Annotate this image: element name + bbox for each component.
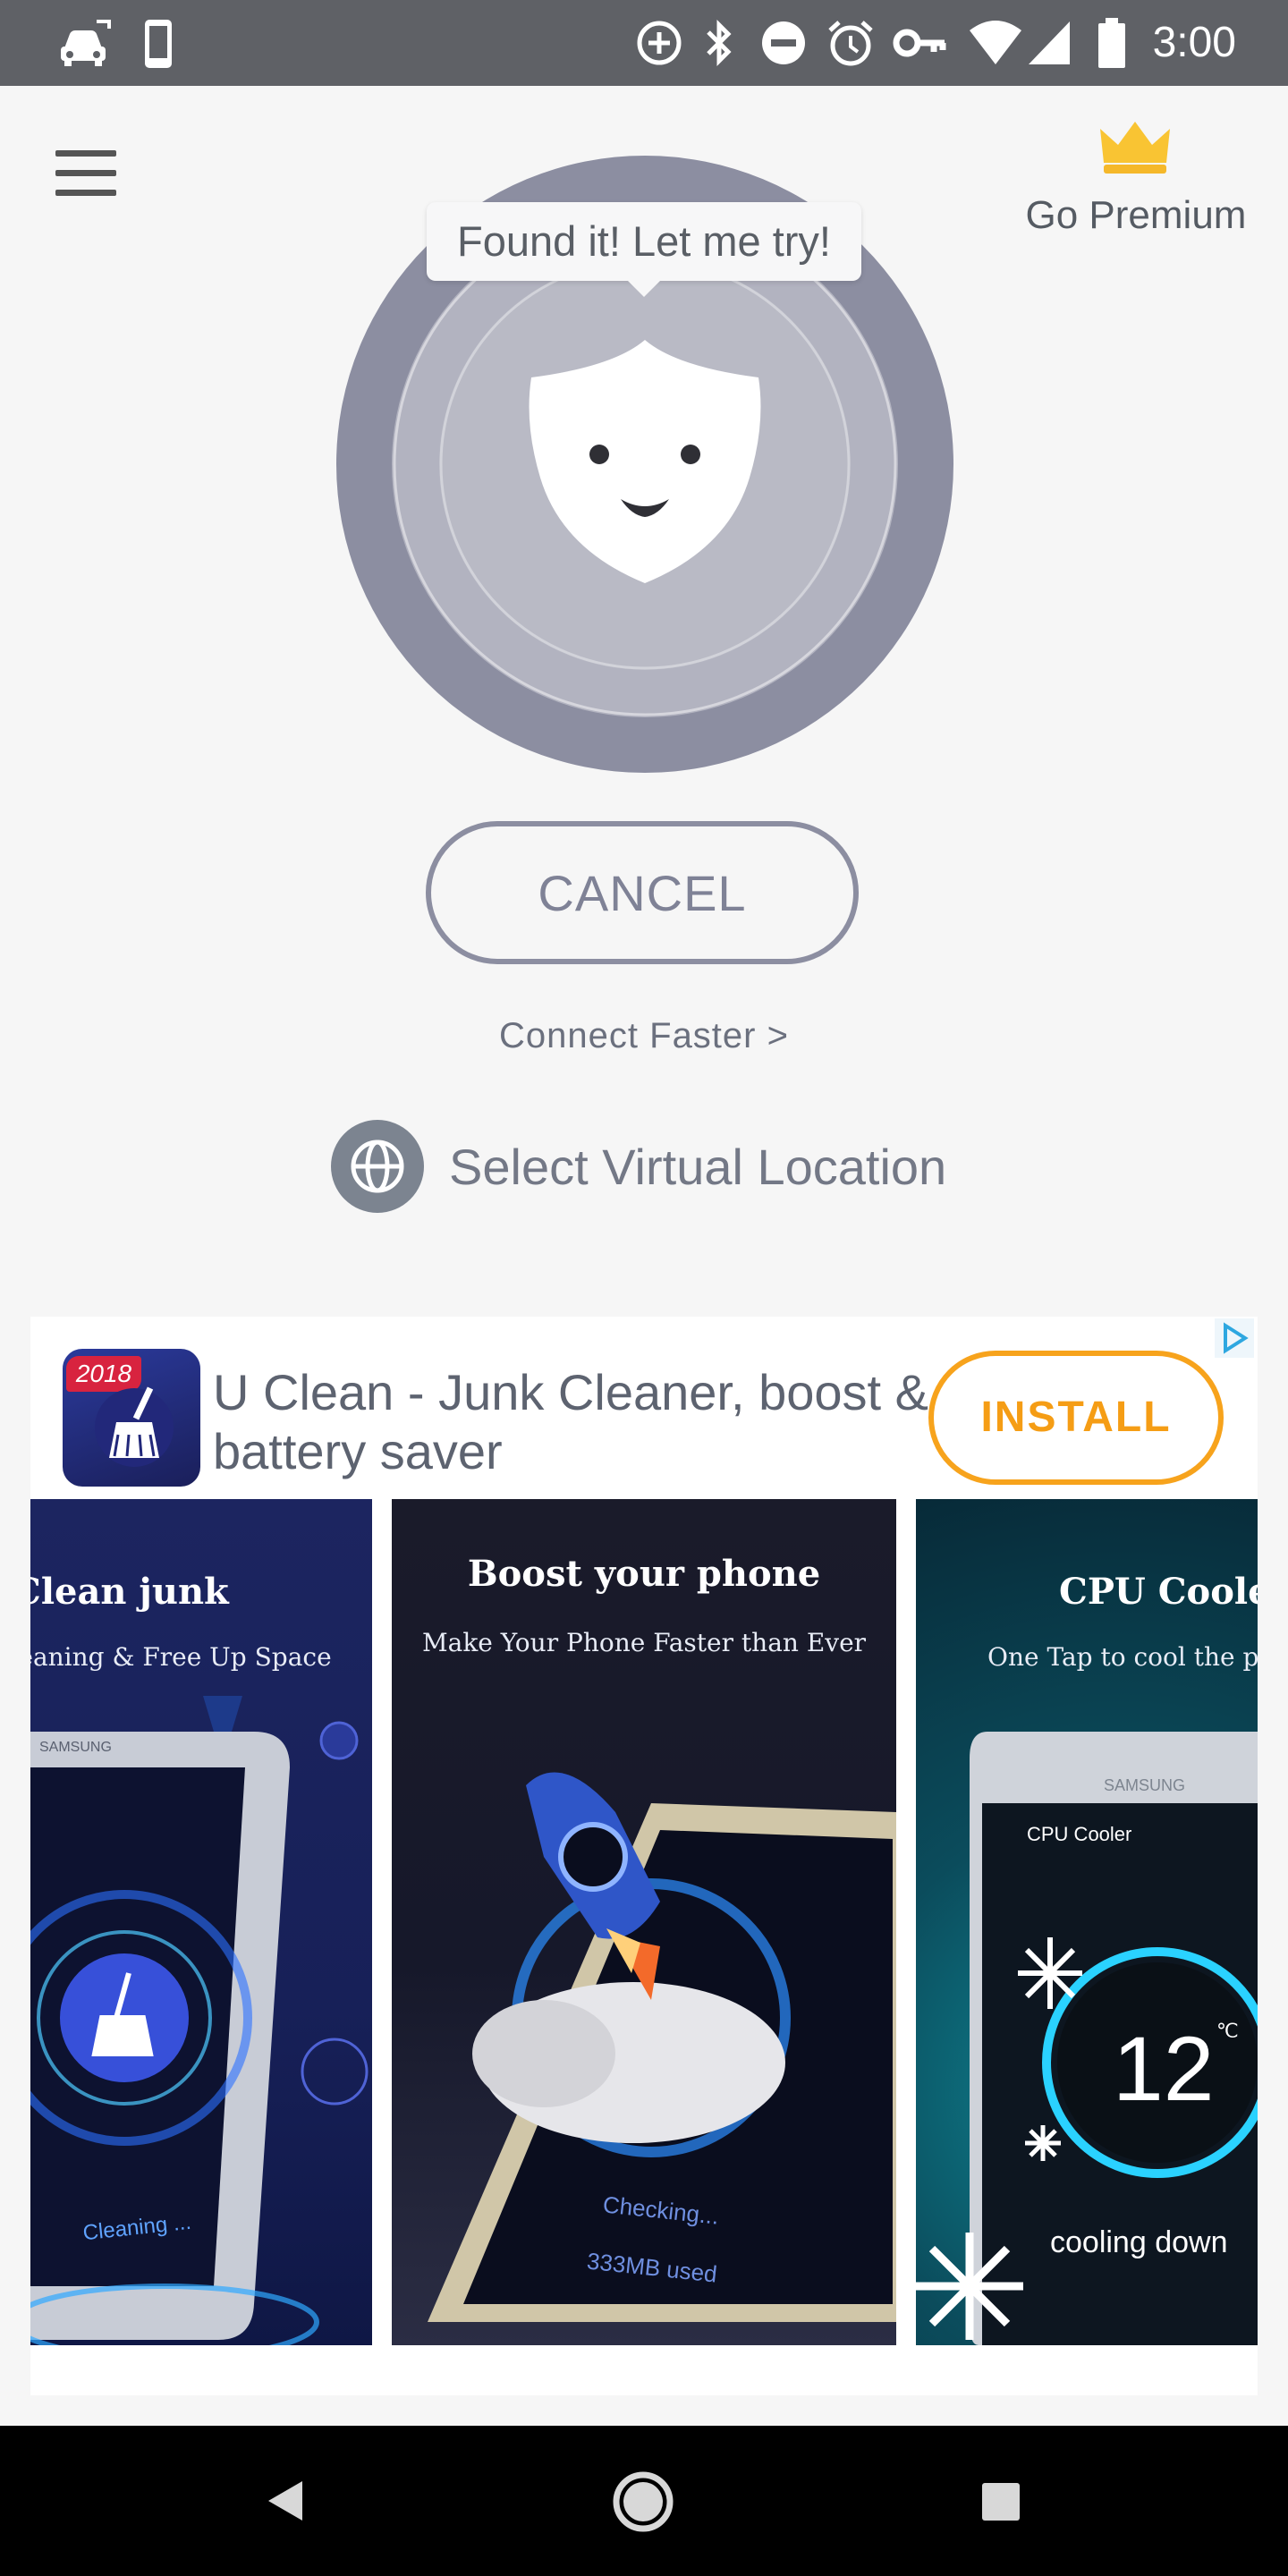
- alarm-icon: [828, 21, 873, 66]
- ad-title[interactable]: U Clean - Junk Cleaner, boost & battery …: [213, 1363, 946, 1481]
- device-brand-label: SAMSUNG: [1104, 1776, 1185, 1794]
- temperature-value: 12: [1113, 2018, 1214, 2120]
- device-brand-label: SAMSUNG: [39, 1740, 112, 1755]
- screenshot-title: CPU Coole: [1059, 1571, 1258, 1613]
- ad-banner[interactable]: 2018 U Clean - Junk Cleaner, boost & bat…: [30, 1317, 1258, 2395]
- battery-icon: [1098, 18, 1125, 68]
- data-saver-icon: [637, 21, 682, 65]
- crown-icon: [1100, 122, 1170, 174]
- vpn-key-icon: [893, 29, 946, 57]
- car-icon: [61, 20, 111, 66]
- status-tooltip: Found it! Let me try!: [427, 202, 861, 281]
- cooling-status: cooling down: [1050, 2225, 1227, 2259]
- bluetooth-icon: [707, 19, 732, 67]
- temperature-unit: ℃: [1216, 2020, 1239, 2042]
- status-bar: 3:00: [0, 0, 1288, 86]
- snowflake-icon-small: [1025, 2125, 1061, 2161]
- cell-signal-icon: [1029, 21, 1070, 64]
- screenshot-title: Boost your phone: [467, 1553, 821, 1595]
- screenshot-title: Clean junk: [30, 1571, 229, 1613]
- hamburger-menu-icon[interactable]: [55, 150, 118, 199]
- virtual-location-label: Select Virtual Location: [449, 1139, 947, 1195]
- go-premium-label: Go Premium: [1025, 193, 1247, 237]
- do-not-disturb-icon: [762, 21, 805, 64]
- phone-mockup-cpu-cooler: SAMSUNG CPU Cooler 12 ℃ cooling down: [916, 1732, 1258, 2345]
- screenshot-subtitle: Make Your Phone Faster than Ever: [421, 1628, 867, 1657]
- screenshot-subtitle: Cleaning & Free Up Space: [30, 1642, 332, 1672]
- broom-icon: [95, 1386, 174, 1467]
- navigation-bar: [0, 2426, 1288, 2576]
- cpu-cooler-screen-title: CPU Cooler: [1027, 1823, 1131, 1845]
- globe-icon: [331, 1120, 424, 1213]
- snowflake-icon-large: [916, 2233, 1023, 2340]
- wifi-icon: [970, 21, 1021, 64]
- phone-mockup-boost: Checking... 333MB used: [428, 1772, 896, 2322]
- select-virtual-location-button[interactable]: Select Virtual Location: [331, 1120, 993, 1213]
- phone-mockup-cleaning: SAMSUNG Cleaning ...: [30, 1696, 369, 2345]
- cancel-button[interactable]: CANCEL: [426, 821, 859, 964]
- screenshot-subtitle: One Tap to cool the pho: [987, 1642, 1258, 1672]
- ad-screenshot-cpu-cooler[interactable]: CPU Coole One Tap to cool the pho SAMSUN…: [916, 1499, 1258, 2345]
- phone-icon: [145, 20, 172, 68]
- tooltip-tail: [624, 277, 664, 297]
- uclean-app-icon[interactable]: 2018: [63, 1349, 200, 1487]
- go-premium-button[interactable]: Go Premium: [1002, 107, 1270, 250]
- connect-faster-link[interactable]: Connect Faster >: [376, 1016, 912, 1056]
- ad-screenshot-boost-phone[interactable]: Boost your phone Make Your Phone Faster …: [392, 1499, 896, 2345]
- install-button[interactable]: INSTALL: [928, 1351, 1224, 1485]
- adchoices-icon[interactable]: [1215, 1318, 1254, 1358]
- ad-screenshot-clean-junk[interactable]: Clean junk Cleaning & Free Up Space SAMS…: [30, 1499, 372, 2345]
- back-icon[interactable]: [265, 2478, 306, 2524]
- home-icon[interactable]: [612, 2470, 674, 2533]
- recents-icon[interactable]: [980, 2481, 1021, 2522]
- status-time: 3:00: [1152, 19, 1236, 66]
